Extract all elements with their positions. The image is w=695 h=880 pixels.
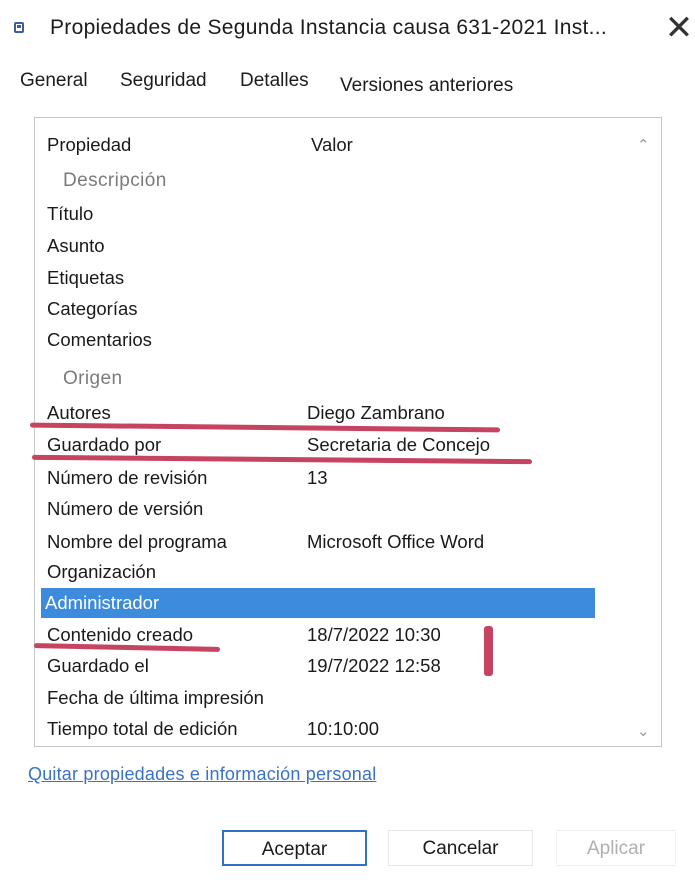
property-label: Contenido creado: [47, 624, 194, 645]
vertical-scrollbar[interactable]: ⌃ ⌄: [631, 118, 661, 746]
section-descripcion: Descripción: [35, 166, 631, 196]
property-row-categorias[interactable]: Categorías: [35, 294, 631, 324]
property-label: Fecha de última impresión: [47, 687, 264, 708]
property-row-titulo[interactable]: Título: [35, 199, 631, 229]
close-button[interactable]: ✕: [664, 8, 694, 48]
property-value: 18/7/2022 10:30: [307, 624, 441, 645]
property-label: Organización: [47, 561, 157, 582]
chevron-up-icon[interactable]: ⌃: [637, 136, 650, 154]
property-value: 10:10:00: [307, 718, 380, 739]
property-row-numero-revision[interactable]: Número de revisión 13: [35, 463, 631, 493]
property-value: Secretaria de Concejo: [307, 434, 491, 455]
property-row-etiquetas[interactable]: Etiquetas: [35, 263, 631, 293]
ok-button[interactable]: Aceptar: [222, 830, 367, 866]
property-label: Asunto: [47, 235, 105, 256]
property-row-asunto[interactable]: Asunto: [35, 231, 631, 261]
window-title: Propiedades de Segunda Instancia causa 6…: [50, 16, 608, 39]
remove-properties-link[interactable]: Quitar propiedades e información persona…: [28, 764, 376, 785]
property-label: Autores: [47, 402, 111, 423]
property-row-comentarios[interactable]: Comentarios: [35, 325, 631, 355]
tab-detalles[interactable]: Detalles: [240, 70, 309, 92]
column-header-property[interactable]: Propiedad: [47, 134, 131, 156]
annotation-bar-dates: [484, 626, 493, 676]
property-label: Número de versión: [47, 498, 204, 519]
property-label: Tiempo total de edición: [47, 718, 238, 739]
chevron-down-icon[interactable]: ⌄: [637, 722, 650, 740]
property-row-nombre-programa[interactable]: Nombre del programa Microsoft Office Wor…: [35, 527, 631, 557]
property-value: 19/7/2022 12:58: [307, 655, 441, 676]
list-header: Propiedad Valor: [35, 130, 631, 160]
property-row-tiempo-total-edicion[interactable]: Tiempo total de edición 10:10:00: [35, 714, 631, 744]
title-bar: Propiedades de Segunda Instancia causa 6…: [0, 0, 695, 62]
section-label: Origen: [63, 368, 123, 389]
column-header-value[interactable]: Valor: [311, 134, 353, 156]
property-row-guardado-el[interactable]: Guardado el 19/7/2022 12:58: [35, 651, 631, 681]
property-label: Guardado por: [47, 434, 162, 455]
property-label: Número de revisión: [47, 467, 208, 488]
property-row-administrador[interactable]: Administrador: [41, 588, 595, 618]
property-label: Nombre del programa: [47, 531, 227, 552]
property-label: Título: [47, 203, 94, 224]
apply-button[interactable]: Aplicar: [556, 830, 676, 866]
property-row-fecha-ultima-impresion[interactable]: Fecha de última impresión: [35, 683, 631, 713]
property-label: Administrador: [45, 592, 160, 613]
tab-versiones-anteriores[interactable]: Versiones anteriores: [340, 75, 513, 97]
document-icon: [14, 22, 24, 33]
properties-list[interactable]: Propiedad Valor Descripción Título Asunt…: [34, 117, 662, 747]
property-value: 13: [307, 467, 328, 488]
tab-bar: General Seguridad Detalles Versiones ant…: [0, 62, 695, 106]
property-label: Guardado el: [47, 655, 149, 676]
tab-seguridad[interactable]: Seguridad: [120, 70, 207, 92]
property-row-organizacion[interactable]: Organización: [35, 557, 631, 587]
property-label: Etiquetas: [47, 267, 125, 288]
property-value: Microsoft Office Word: [307, 531, 485, 552]
property-value: Diego Zambrano: [307, 402, 445, 423]
property-label: Comentarios: [47, 329, 152, 350]
section-origen: Origen: [35, 364, 631, 394]
property-row-numero-version[interactable]: Número de versión: [35, 494, 631, 524]
cancel-button[interactable]: Cancelar: [388, 830, 533, 866]
tab-general[interactable]: General: [20, 70, 88, 92]
property-label: Categorías: [47, 298, 138, 319]
section-label: Descripción: [63, 170, 167, 191]
